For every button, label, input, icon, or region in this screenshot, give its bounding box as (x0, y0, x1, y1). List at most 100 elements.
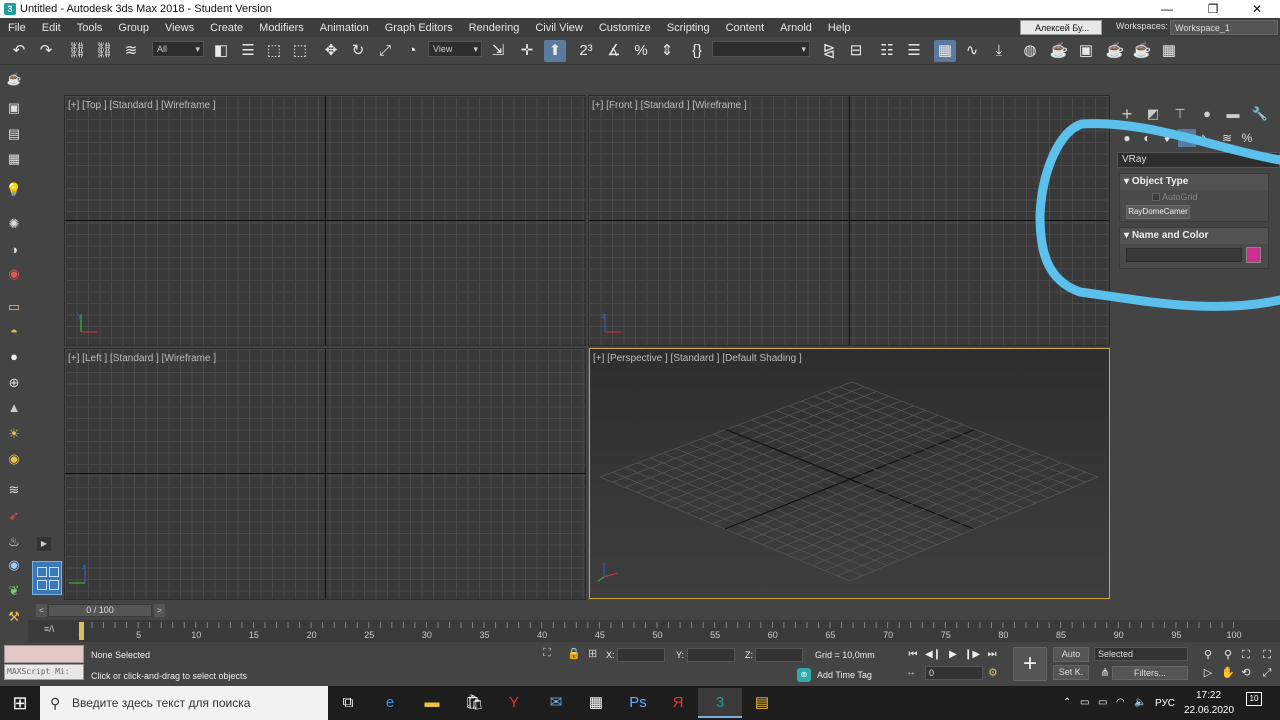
unlink-icon[interactable]: ⛓ (93, 40, 115, 62)
next-frame-icon[interactable]: ❙▶ (964, 647, 980, 663)
viewport-left[interactable]: [+] [Left ] [Standard ] [Wireframe ] z (64, 348, 586, 600)
render-iterative-icon[interactable]: ☕ (1131, 40, 1153, 62)
maxscript-mini-listener[interactable]: MAXScript Mi: (4, 664, 84, 680)
zoom-extents-all-icon[interactable]: ⛶ (1259, 647, 1275, 663)
select-by-name-icon[interactable]: ☰ (237, 40, 259, 62)
geometry-icon[interactable]: ● (1118, 129, 1136, 147)
menu-create[interactable]: Create (202, 22, 251, 34)
motion-tab-icon[interactable]: ● (1197, 104, 1217, 124)
table-icon[interactable]: ▦ (5, 150, 23, 168)
cone-icon[interactable]: ▲ (5, 399, 23, 417)
category-dropdown[interactable]: VRay (1117, 152, 1280, 168)
calculator-icon[interactable]: ▦ (574, 688, 618, 718)
scale-icon[interactable]: ⤢ (374, 40, 396, 62)
move-icon[interactable]: ✥ (320, 40, 342, 62)
current-frame-marker[interactable] (79, 622, 84, 640)
utilities-tab-icon[interactable]: 🔧 (1250, 104, 1270, 124)
current-frame-input[interactable]: 0 (925, 666, 983, 680)
network-icon[interactable]: ▭ (1098, 697, 1107, 708)
helpers-icon[interactable]: ◺ (1198, 129, 1216, 147)
plant-icon[interactable]: ❦ (5, 582, 23, 600)
menu-help[interactable]: Help (820, 22, 859, 34)
menu-civil-view[interactable]: Civil View (527, 22, 590, 34)
placement-icon[interactable]: ◔ (401, 40, 423, 62)
display-tab-icon[interactable]: ▬ (1223, 104, 1243, 124)
y-coordinate-input[interactable] (687, 648, 735, 662)
menu-graph-editors[interactable]: Graph Editors (377, 22, 461, 34)
task-view-icon[interactable]: ⧉ (326, 688, 370, 718)
orbit-icon[interactable]: ⟲ (1238, 665, 1254, 681)
shapes-icon[interactable]: ◐ (1138, 129, 1156, 147)
dome-icon[interactable]: ◓ (5, 323, 23, 341)
link-icon[interactable]: ⛓ (66, 40, 88, 62)
name-and-color-header[interactable]: Name and Color (1120, 228, 1268, 244)
rocket-icon[interactable]: ➶ (5, 507, 23, 525)
viewport-label[interactable]: [+] [Left ] [Standard ] [Wireframe ] (68, 353, 216, 364)
viewport-label[interactable]: [+] [Front ] [Standard ] [Wireframe ] (592, 100, 747, 111)
viewport-top[interactable]: [+] [Top ] [Standard ] [Wireframe ] y (64, 95, 586, 346)
light-stand-icon[interactable]: ⊕ (5, 374, 23, 392)
notifications-icon[interactable]: 10 (1246, 692, 1262, 706)
toggle-ribbon-icon[interactable]: ▦ (934, 40, 956, 62)
open-mini-curve-editor-icon[interactable]: ≡/\ (44, 624, 54, 634)
curve-editor-icon[interactable]: ∿ (961, 40, 983, 62)
menu-rendering[interactable]: Rendering (461, 22, 528, 34)
set-keys-big-button[interactable]: + (1013, 647, 1047, 681)
input-language[interactable]: РУС (1155, 698, 1175, 709)
wifi-icon[interactable]: ◠ (1116, 697, 1125, 708)
object-color-swatch[interactable] (1246, 247, 1261, 263)
close-button[interactable]: ✕ (1234, 0, 1280, 18)
named-selection-dropdown[interactable] (712, 41, 810, 57)
menu-arnold[interactable]: Arnold (772, 22, 820, 34)
plane-icon[interactable]: ▭ (5, 298, 23, 316)
absolute-mode-icon[interactable]: ⊞ (588, 647, 597, 660)
raydome-camera-button[interactable]: RayDomeCamer (1126, 205, 1190, 219)
systems-icon[interactable]: % (1238, 129, 1256, 147)
store-icon[interactable]: 🛍 (452, 688, 496, 718)
set-key-button[interactable]: Set K. (1053, 665, 1089, 680)
rotate-icon[interactable]: ↻ (347, 40, 369, 62)
pan-icon[interactable]: ✋ (1220, 665, 1236, 681)
render-setup-icon[interactable]: ☕ (1048, 40, 1070, 62)
auto-key-button[interactable]: Auto (1053, 647, 1089, 662)
light-bulb-icon[interactable]: 💡 (5, 181, 23, 199)
menu-scripting[interactable]: Scripting (659, 22, 718, 34)
select-object-icon[interactable]: ◧ (210, 40, 232, 62)
angle-snap-icon[interactable]: ∡ (603, 40, 625, 62)
pivot-center-icon[interactable]: ⇲ (487, 40, 509, 62)
viewport-layout-button[interactable] (32, 561, 62, 595)
rect-selection-icon[interactable]: ⬚ (263, 40, 285, 62)
teapot-icon[interactable]: ☕ (3, 68, 25, 90)
rendered-frame-window-icon[interactable]: ▣ (1075, 40, 1097, 62)
z-coordinate-input[interactable] (755, 648, 803, 662)
expand-arrow-icon[interactable]: ▶ (37, 537, 51, 551)
reel-icon[interactable]: ◉ (5, 265, 23, 283)
time-slider[interactable]: 0 / 100 (48, 604, 152, 617)
edge-icon[interactable]: e (368, 688, 412, 718)
time-prev-button[interactable]: < (36, 604, 47, 617)
file-explorer-icon[interactable]: ▬ (410, 688, 454, 718)
photoshop-icon[interactable]: Ps (616, 688, 660, 718)
selection-filter-dropdown[interactable]: All (152, 41, 204, 57)
hierarchy-tab-icon[interactable]: ⊤ (1170, 104, 1190, 124)
field-of-view-icon[interactable]: ▷ (1200, 665, 1216, 681)
schematic-view-icon[interactable]: ⤓ (988, 40, 1010, 62)
battery-icon[interactable]: ▭ (1080, 697, 1089, 708)
3ds-max-taskbar-icon[interactable]: 3 (698, 688, 742, 718)
sphere-icon[interactable]: ● (5, 348, 23, 366)
mirror-icon[interactable]: ⧎ (818, 40, 840, 62)
create-box-icon[interactable]: ▣ (5, 99, 23, 117)
spinner-snap-icon[interactable]: ⇕ (656, 40, 678, 62)
maxscript-listener-output[interactable] (4, 645, 84, 663)
key-filter-selection-dropdown[interactable]: Selected (1094, 647, 1188, 661)
zoom-extents-icon[interactable]: ⛶ (1238, 647, 1254, 663)
menu-views[interactable]: Views (157, 22, 202, 34)
user-account-dropdown[interactable]: Алексей Бу... (1020, 20, 1102, 35)
yandex-browser-icon[interactable]: Y (492, 688, 536, 718)
bind-space-warp-icon[interactable]: ≋ (120, 40, 142, 62)
menu-edit[interactable]: Edit (34, 22, 69, 34)
time-next-button[interactable]: > (154, 604, 165, 617)
scene-explorer-icon[interactable]: ☷ (876, 40, 898, 62)
lock-selection-icon[interactable]: 🔒 (567, 647, 581, 660)
time-tag-icon[interactable]: ⊚ (797, 668, 811, 682)
